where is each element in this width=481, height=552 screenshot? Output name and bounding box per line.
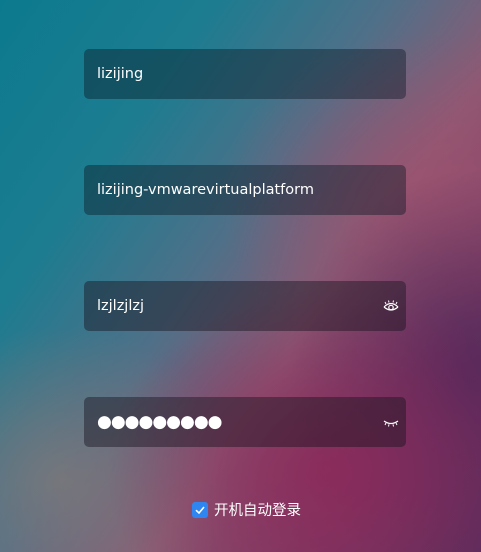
password-masked-value: ●●●●●●●●● — [97, 412, 223, 432]
auto-login-label: 开机自动登录 — [214, 503, 301, 519]
eye-open-icon[interactable] — [383, 299, 399, 313]
hostname-value: lizijing-vmwarevirtualplatform — [97, 182, 314, 198]
eye-closed-icon[interactable] — [383, 415, 399, 429]
password-field-masked[interactable]: ●●●●●●●●● — [84, 397, 406, 447]
username-value: lizijing — [97, 66, 144, 82]
auto-login-checkbox[interactable] — [192, 501, 208, 518]
auto-login-option[interactable]: 开机自动登录 — [192, 499, 301, 520]
password-field-visible[interactable]: lzjlzjlzj — [84, 281, 406, 331]
hostname-field[interactable]: lizijing-vmwarevirtualplatform — [84, 165, 406, 215]
password-visible-value: lzjlzjlzj — [97, 298, 145, 314]
username-field[interactable]: lizijing — [84, 49, 406, 99]
checkmark-icon — [195, 505, 205, 514]
